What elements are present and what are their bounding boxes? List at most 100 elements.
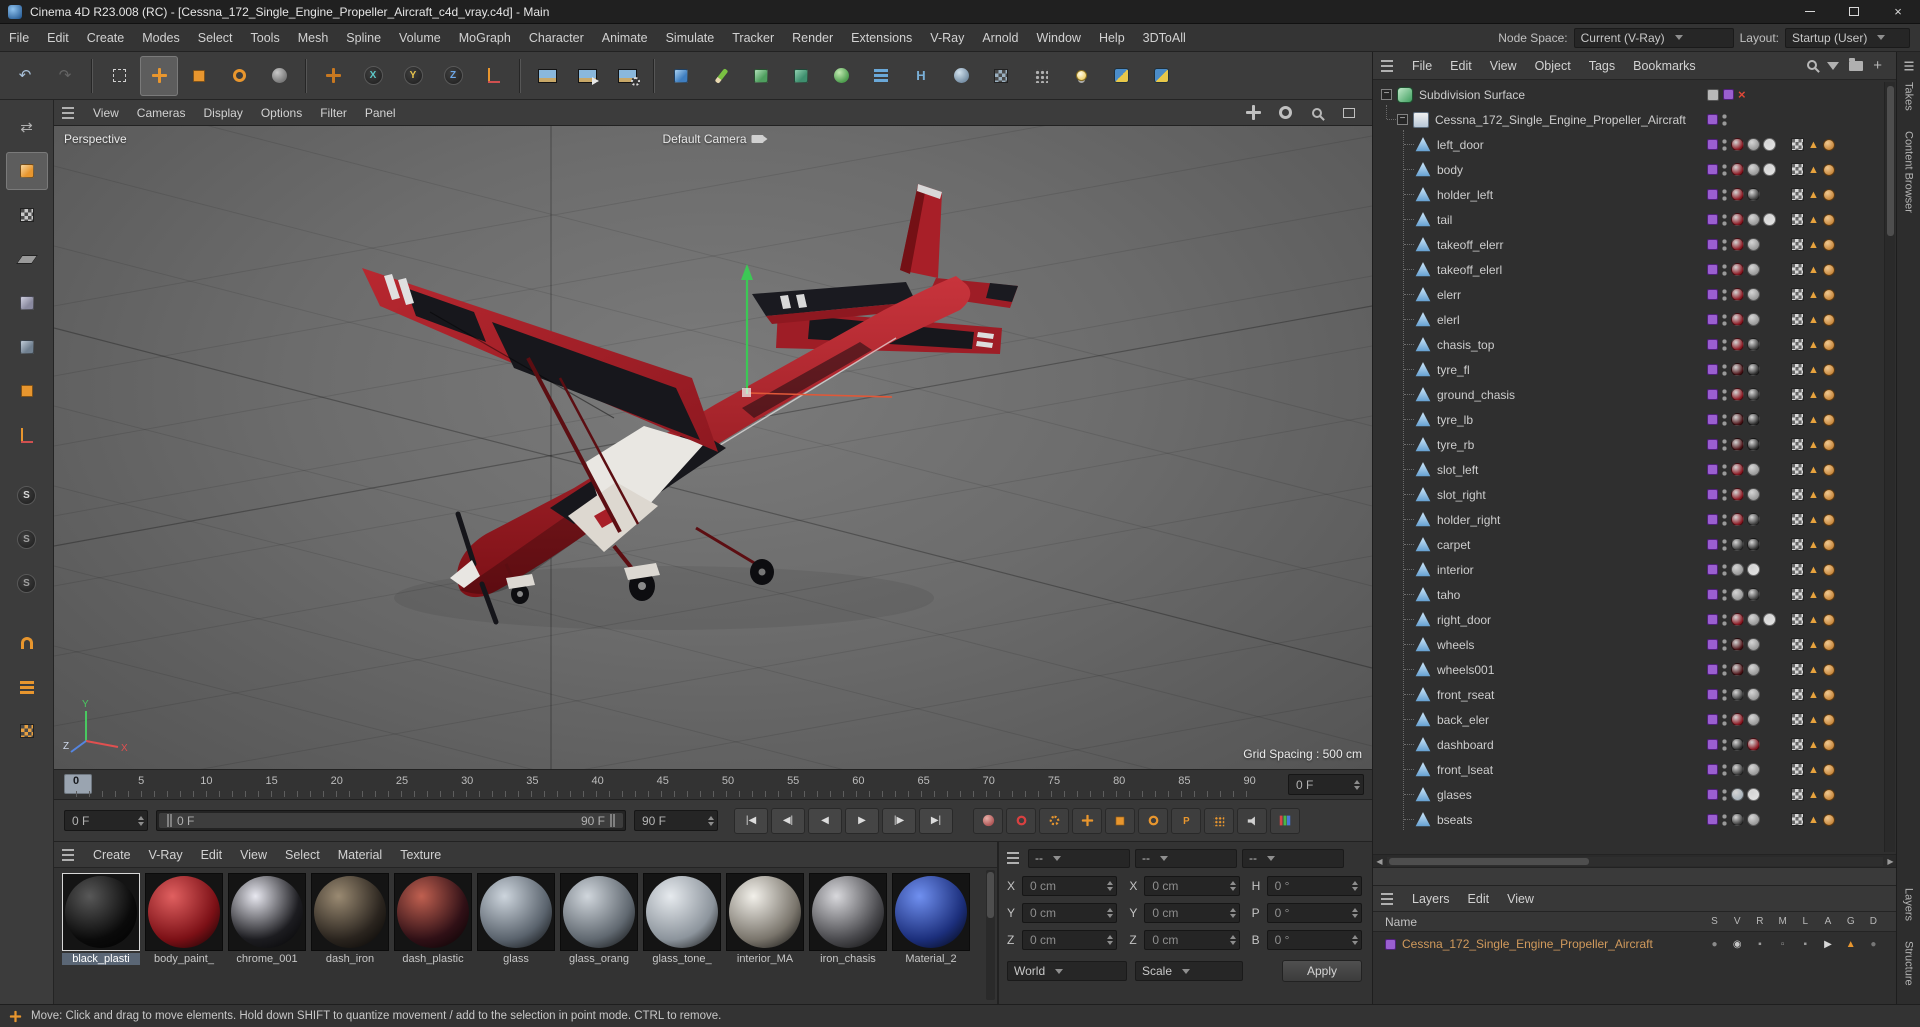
texture-tag-icon[interactable] <box>1731 263 1744 276</box>
layer-color-chip[interactable] <box>1707 139 1718 150</box>
layer-color-chip[interactable] <box>1707 214 1718 225</box>
timeline-chart-button[interactable] <box>1270 807 1300 834</box>
visibility-dots-icon[interactable] <box>1722 762 1727 777</box>
panel-menu-icon[interactable] <box>1381 59 1393 72</box>
texture-tag-icon[interactable] <box>1731 638 1744 651</box>
menu-mograph[interactable]: MoGraph <box>450 24 520 51</box>
panel-menu-icon[interactable] <box>1381 892 1393 905</box>
record-position-toggle[interactable] <box>1072 807 1102 834</box>
layer-color-chip[interactable] <box>1707 764 1718 775</box>
selection-tag-icon[interactable] <box>1822 188 1835 201</box>
layer-color-chip[interactable] <box>1707 339 1718 350</box>
menu-spline[interactable]: Spline <box>337 24 390 51</box>
size-y-field[interactable]: 0 cm <box>1144 903 1240 923</box>
selection-tag-icon[interactable] <box>1822 388 1835 401</box>
visibility-dots-icon[interactable] <box>1722 262 1727 277</box>
uvw-tag-icon[interactable] <box>1791 813 1804 826</box>
object-row-elerl[interactable]: elerl ▲ <box>1373 307 1897 332</box>
texture-tag-icon[interactable] <box>1731 613 1744 626</box>
minimize-button[interactable] <box>1788 0 1832 23</box>
object-row-tyre-rb[interactable]: tyre_rb ▲ <box>1373 432 1897 457</box>
texture-tag-icon[interactable] <box>1731 663 1744 676</box>
scrollbar-thumb[interactable] <box>987 872 994 918</box>
texture-tag-icon[interactable] <box>1731 563 1744 576</box>
selection-tag-icon[interactable] <box>1822 663 1835 676</box>
dock-tab-takes[interactable]: Takes <box>1903 82 1915 111</box>
visibility-dots-icon[interactable] <box>1722 512 1727 527</box>
object-menu-tags[interactable]: Tags <box>1580 52 1624 79</box>
maximize-view-button[interactable] <box>1338 103 1360 123</box>
quantize-button[interactable] <box>6 668 48 706</box>
viewport-menu-view[interactable]: View <box>84 100 128 125</box>
texture-tag-icon[interactable] <box>1731 813 1744 826</box>
selection-tag-icon[interactable] <box>1822 538 1835 551</box>
material-dash-plastic[interactable]: dash_plastic <box>394 873 474 965</box>
current-frame-field[interactable]: 0 F <box>1288 774 1364 795</box>
visibility-dots-icon[interactable] <box>1722 737 1727 752</box>
add-object-button[interactable]: + <box>1873 58 1882 73</box>
layer-color-chip[interactable] <box>1385 938 1396 950</box>
subdivision-surface-button[interactable] <box>742 56 780 96</box>
selection-tag-icon[interactable] <box>1822 363 1835 376</box>
texture-tag-icon[interactable] <box>1747 138 1760 151</box>
menu-tools[interactable]: Tools <box>242 24 289 51</box>
texture-tag-icon[interactable] <box>1731 188 1744 201</box>
object-row-tail[interactable]: tail ▲ <box>1373 207 1897 232</box>
visibility-dots-icon[interactable] <box>1722 312 1727 327</box>
close-button[interactable]: × <box>1876 0 1920 23</box>
texture-tag-icon[interactable] <box>1747 613 1760 626</box>
phong-tag-icon[interactable]: ▲ <box>1808 439 1819 451</box>
texture-tag-icon[interactable] <box>1747 588 1760 601</box>
phong-tag-icon[interactable]: ▲ <box>1808 589 1819 601</box>
texture-tag-icon[interactable] <box>1731 288 1744 301</box>
layer-color-chip[interactable] <box>1707 489 1718 500</box>
selection-tag-icon[interactable] <box>1822 763 1835 776</box>
menu-edit[interactable]: Edit <box>38 24 78 51</box>
zoom-view-button[interactable] <box>1306 103 1328 123</box>
texture-tag-icon[interactable] <box>1731 688 1744 701</box>
layer-color-chip[interactable] <box>1707 814 1718 825</box>
object-row-right-door[interactable]: right_door ▲ <box>1373 607 1897 632</box>
simulate-button[interactable] <box>1022 56 1060 96</box>
texture-tag-icon[interactable] <box>1747 638 1760 651</box>
layer-color-chip[interactable] <box>1707 289 1718 300</box>
material-menu-material[interactable]: Material <box>329 842 391 867</box>
uvw-tag-icon[interactable] <box>1791 288 1804 301</box>
record-rotation-toggle[interactable] <box>1138 807 1168 834</box>
lock-x-axis-button[interactable]: X <box>354 56 392 96</box>
snap-setting-1-button[interactable]: S <box>6 520 48 558</box>
menu-create[interactable]: Create <box>78 24 134 51</box>
position-y-field[interactable]: 0 cm <box>1022 903 1118 923</box>
texture-tag-icon[interactable] <box>1731 513 1744 526</box>
visibility-dots-icon[interactable] <box>1722 437 1727 452</box>
filter-button[interactable] <box>1827 59 1840 73</box>
material-body-paint[interactable]: body_paint_ <box>145 873 225 965</box>
texture-tag-icon[interactable] <box>1747 513 1760 526</box>
object-row-ground-chasis[interactable]: ground_chasis ▲ <box>1373 382 1897 407</box>
selection-tag-icon[interactable] <box>1822 438 1835 451</box>
texture-tag-icon[interactable] <box>1731 463 1744 476</box>
layer-color-chip[interactable] <box>1707 614 1718 625</box>
material-glass-tone[interactable]: glass_tone_ <box>643 873 723 965</box>
phong-tag-icon[interactable]: ▲ <box>1808 464 1819 476</box>
points-mode-button[interactable] <box>6 284 48 322</box>
visibility-dots-icon[interactable] <box>1722 112 1727 127</box>
visibility-dots-icon[interactable] <box>1722 287 1727 302</box>
object-row-slot-right[interactable]: slot_right ▲ <box>1373 482 1897 507</box>
polygons-mode-button[interactable] <box>6 372 48 410</box>
layer-color-chip[interactable] <box>1707 739 1718 750</box>
layer-menu-view[interactable]: View <box>1498 886 1543 911</box>
object-row-cessna-172-single-engine-propeller-aircraft[interactable]: − Cessna_172_Single_Engine_Propeller_Airc… <box>1373 107 1897 132</box>
jump-end-button[interactable]: ▶| <box>919 807 953 834</box>
selection-tag-icon[interactable] <box>1822 488 1835 501</box>
phong-tag-icon[interactable]: ▲ <box>1808 314 1819 326</box>
texture-tag-icon[interactable] <box>1747 688 1760 701</box>
texture-tag-icon[interactable] <box>1747 813 1760 826</box>
selection-tag-icon[interactable] <box>1822 138 1835 151</box>
uvw-tag-icon[interactable] <box>1791 188 1804 201</box>
visibility-dots-icon[interactable] <box>1722 237 1727 252</box>
selection-tag-icon[interactable] <box>1822 563 1835 576</box>
selection-tag-icon[interactable] <box>1822 638 1835 651</box>
material-chrome-001[interactable]: chrome_001 <box>228 873 308 965</box>
object-menu-object[interactable]: Object <box>1526 52 1580 79</box>
